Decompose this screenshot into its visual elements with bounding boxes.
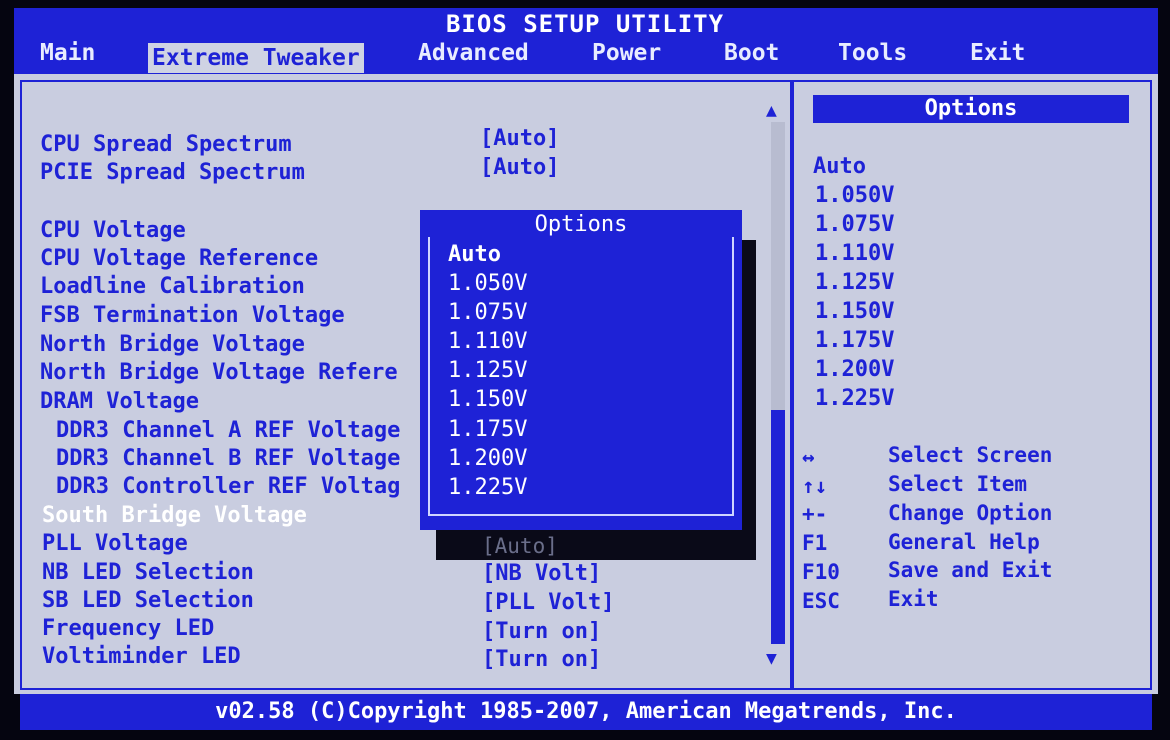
- help-option-1-075v: 1.075V: [815, 212, 895, 237]
- help-select-item: Select Item: [888, 472, 1028, 496]
- tab-boot[interactable]: Boot: [724, 40, 779, 66]
- tab-main[interactable]: Main: [40, 40, 95, 66]
- help-select-screen: Select Screen: [888, 443, 1053, 467]
- popup-option-1-075v[interactable]: 1.075V: [448, 300, 527, 325]
- setting-nb-led-selection[interactable]: NB LED Selection: [42, 560, 254, 585]
- tab-advanced[interactable]: Advanced: [418, 40, 529, 66]
- setting-cpu-voltage-reference[interactable]: CPU Voltage Reference: [40, 246, 318, 271]
- help-change-option: Change Option: [888, 501, 1053, 525]
- help-option-1-225v: 1.225V: [815, 386, 895, 411]
- help-option-1-110v: 1.110V: [815, 241, 895, 266]
- popup-option-1-175v[interactable]: 1.175V: [448, 417, 527, 442]
- popup-option-1-125v[interactable]: 1.125V: [448, 358, 527, 383]
- copyright-footer: v02.58 (C)Copyright 1985-2007, American …: [20, 694, 1152, 730]
- setting-ddr3-channel-a-ref-voltage[interactable]: DDR3 Channel A REF Voltage: [56, 418, 400, 443]
- help-option-1-150v: 1.150V: [815, 299, 895, 324]
- scroll-down-icon[interactable]: ▼: [766, 648, 777, 669]
- value-voltiminder-led[interactable]: [Turn on]: [482, 647, 601, 672]
- left-right-arrow-icon: ↔: [802, 445, 815, 469]
- options-popup-title: Options: [420, 212, 742, 237]
- scrollbar-thumb[interactable]: [771, 410, 785, 644]
- popup-option-1-050v[interactable]: 1.050V: [448, 271, 527, 296]
- tab-power[interactable]: Power: [592, 40, 661, 66]
- up-down-arrow-icon: ↑↓: [802, 474, 828, 498]
- setting-pll-voltage[interactable]: PLL Voltage: [42, 531, 188, 556]
- setting-fsb-termination-voltage[interactable]: FSB Termination Voltage: [40, 303, 345, 328]
- setting-ddr3-controller-ref-voltage[interactable]: DDR3 Controller REF Voltag: [56, 474, 400, 499]
- setting-dram-voltage[interactable]: DRAM Voltage: [40, 389, 199, 414]
- setting-north-bridge-voltage[interactable]: North Bridge Voltage: [40, 332, 305, 357]
- setting-cpu-spread-spectrum[interactable]: CPU Spread Spectrum: [40, 132, 292, 157]
- value-nb-led-selection[interactable]: [NB Volt]: [482, 561, 601, 586]
- key-f1: F1: [802, 531, 828, 555]
- bios-screen: BIOS SETUP UTILITY Main Extreme Tweaker …: [0, 0, 1170, 740]
- tab-tools[interactable]: Tools: [838, 40, 907, 66]
- help-exit: Exit: [888, 587, 939, 611]
- setting-ddr3-channel-b-ref-voltage[interactable]: DDR3 Channel B REF Voltage: [56, 446, 400, 471]
- popup-option-1-200v[interactable]: 1.200V: [448, 446, 527, 471]
- setting-south-bridge-voltage[interactable]: South Bridge Voltage: [42, 503, 307, 528]
- key-esc: ESC: [802, 589, 840, 613]
- setting-loadline-calibration[interactable]: Loadline Calibration: [40, 274, 305, 299]
- scroll-up-icon[interactable]: ▲: [766, 100, 777, 121]
- setting-north-bridge-voltage-reference[interactable]: North Bridge Voltage Refere: [40, 360, 398, 385]
- tab-exit[interactable]: Exit: [970, 40, 1025, 66]
- setting-sb-led-selection[interactable]: SB LED Selection: [42, 588, 254, 613]
- setting-cpu-voltage[interactable]: CPU Voltage: [40, 218, 186, 243]
- help-general-help: General Help: [888, 530, 1040, 554]
- bios-title: BIOS SETUP UTILITY: [445, 10, 725, 38]
- help-option-1-175v: 1.175V: [815, 328, 895, 353]
- value-pcie-spread-spectrum[interactable]: [Auto]: [480, 155, 559, 180]
- help-option-1-050v: 1.050V: [815, 183, 895, 208]
- options-popup-title-text: Options: [528, 212, 634, 237]
- help-save-and-exit: Save and Exit: [888, 558, 1053, 582]
- popup-option-auto[interactable]: Auto: [448, 242, 501, 267]
- popup-option-1-225v[interactable]: 1.225V: [448, 475, 527, 500]
- setting-frequency-led[interactable]: Frequency LED: [42, 616, 214, 641]
- key-f10: F10: [802, 560, 840, 584]
- value-south-bridge-voltage[interactable]: [Auto]: [436, 533, 756, 559]
- plus-minus-key-icon: +-: [802, 502, 828, 526]
- value-cpu-spread-spectrum[interactable]: [Auto]: [480, 126, 559, 151]
- tab-extreme-tweaker[interactable]: Extreme Tweaker: [148, 43, 364, 73]
- setting-pcie-spread-spectrum[interactable]: PCIE Spread Spectrum: [40, 160, 305, 185]
- popup-option-1-110v[interactable]: 1.110V: [448, 329, 527, 354]
- help-option-1-125v: 1.125V: [815, 270, 895, 295]
- value-sb-led-selection[interactable]: [PLL Volt]: [482, 590, 614, 615]
- help-option-1-200v: 1.200V: [815, 357, 895, 382]
- popup-option-1-150v[interactable]: 1.150V: [448, 387, 527, 412]
- setting-voltiminder-led[interactable]: Voltiminder LED: [42, 644, 241, 669]
- help-option-auto: Auto: [813, 154, 866, 179]
- value-frequency-led[interactable]: [Turn on]: [482, 619, 601, 644]
- help-options-header: Options: [813, 95, 1129, 123]
